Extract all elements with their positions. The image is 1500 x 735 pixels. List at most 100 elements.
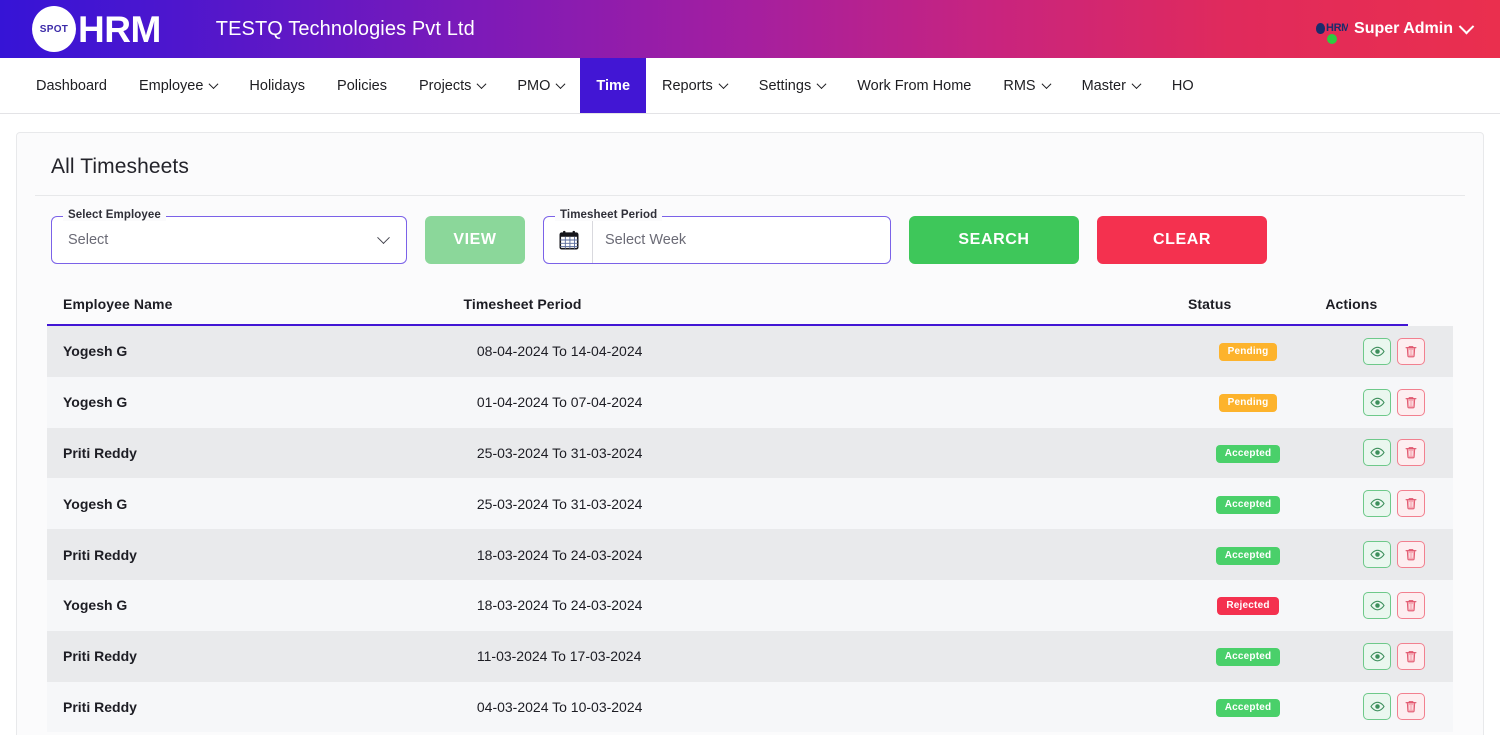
header-user-area: HRM Super Admin	[1316, 14, 1486, 44]
cell-actions	[1336, 541, 1453, 569]
nav-item-label: Master	[1081, 77, 1126, 94]
cell-actions	[1336, 693, 1453, 721]
nav-item-label: Reports	[662, 77, 713, 94]
status-badge: Accepted	[1215, 648, 1281, 667]
nav-item-label: Dashboard	[36, 77, 107, 94]
calendar-icon[interactable]	[558, 229, 580, 251]
avatar-label: HRM	[1326, 22, 1349, 34]
nav-item-label: RMS	[1003, 77, 1036, 94]
table-row[interactable]: Yogesh G 25-03-2024 To 31-03-2024 Accepted	[47, 478, 1453, 530]
table-row[interactable]: Yogesh G 08-04-2024 To 14-04-2024 Pending	[47, 326, 1453, 377]
cell-employee-name: Priti Reddy	[63, 648, 137, 665]
nav-item-time[interactable]: Time	[580, 58, 647, 113]
cell-actions	[1336, 642, 1453, 670]
table-row[interactable]: Priti Reddy 18-03-2024 To 24-03-2024 Accep…	[47, 529, 1453, 580]
app-header: SPOT HRM TESTQ Technologies Pvt Ltd HRM …	[0, 0, 1500, 58]
nav-item-ho[interactable]: HO	[1156, 58, 1210, 113]
cell-actions	[1336, 337, 1453, 365]
nav-item-projects[interactable]: Projects	[403, 58, 501, 113]
nav-item-work-from-home[interactable]: Work From Home	[841, 58, 987, 113]
admin-name: Super Admin	[1354, 20, 1453, 37]
nav-item-master[interactable]: Master	[1066, 58, 1156, 113]
nav-item-pmo[interactable]: PMO	[501, 58, 580, 113]
view-timesheet-button[interactable]	[1363, 439, 1392, 467]
delete-timesheet-button[interactable]	[1397, 439, 1426, 467]
nav-item-settings[interactable]: Settings	[743, 58, 841, 113]
view-timesheet-button[interactable]	[1363, 642, 1392, 670]
cell-actions	[1336, 439, 1453, 467]
chevron-down-icon[interactable]	[1458, 18, 1475, 34]
cell-employee-name: Priti Reddy	[63, 698, 137, 715]
search-button[interactable]: SEARCH	[909, 216, 1079, 264]
delete-timesheet-button[interactable]	[1397, 490, 1426, 518]
chevron-down-icon[interactable]	[816, 79, 827, 90]
nav-item-reports[interactable]: Reports	[646, 58, 743, 113]
table-header-row: Employee Name Timesheet Period Status Ac…	[47, 286, 1408, 326]
select-employee-field[interactable]: Select Employee Select	[51, 209, 407, 264]
chevron-down-icon[interactable]	[555, 79, 566, 90]
chevron-down-icon[interactable]	[1041, 79, 1052, 90]
table-row[interactable]: Yogesh G 01-04-2024 To 07-04-2024 Pending	[47, 376, 1453, 428]
cell-timesheet-period: 25-03-2024 To 31-03-2024	[476, 495, 643, 512]
cell-timesheet-period: 25-03-2024 To 31-03-2024	[476, 444, 643, 461]
action-buttons	[1336, 490, 1453, 518]
avatar[interactable]: HRM	[1316, 14, 1350, 44]
view-timesheet-button[interactable]	[1363, 490, 1392, 518]
delete-timesheet-button[interactable]	[1397, 693, 1426, 721]
cell-timesheet-period: 08-04-2024 To 14-04-2024	[476, 343, 643, 360]
column-header-status: Status	[1187, 296, 1232, 312]
cell-timesheet-period: 18-03-2024 To 24-03-2024	[476, 546, 643, 563]
nav-item-dashboard[interactable]: Dashboard	[20, 58, 123, 113]
chevron-down-icon[interactable]	[1131, 79, 1142, 90]
chevron-down-icon[interactable]	[476, 79, 487, 90]
view-timesheet-button[interactable]	[1363, 591, 1392, 619]
delete-timesheet-button[interactable]	[1397, 337, 1426, 365]
timesheets-card: All Timesheets Select Employee Select VI…	[16, 132, 1484, 735]
view-timesheet-button[interactable]	[1363, 541, 1392, 569]
hrm-logo-text: HRM	[78, 8, 161, 50]
view-timesheet-button[interactable]	[1363, 388, 1392, 416]
cell-status: Accepted	[1160, 443, 1336, 463]
cell-timesheet-period: 01-04-2024 To 07-04-2024	[476, 394, 643, 411]
nav-item-policies[interactable]: Policies	[321, 58, 403, 113]
table-row[interactable]: Priti Reddy 04-03-2024 To 10-03-2024 Accep…	[47, 681, 1453, 733]
table-body: Yogesh G 08-04-2024 To 14-04-2024 Pending Y…	[47, 326, 1453, 733]
cell-employee-name: Priti Reddy	[63, 546, 137, 563]
nav-item-label: Work From Home	[857, 77, 972, 94]
timesheet-period-label: Timesheet Period	[555, 209, 663, 221]
status-badge: Accepted	[1215, 444, 1281, 463]
table-row[interactable]: Priti Reddy 11-03-2024 To 17-03-2024 Accep…	[47, 630, 1453, 682]
status-badge: Pending	[1218, 394, 1278, 413]
nav-item-label: Holidays	[249, 77, 306, 94]
cell-status: Pending	[1160, 392, 1336, 413]
delete-timesheet-button[interactable]	[1397, 388, 1426, 416]
cell-status: Accepted	[1160, 697, 1336, 717]
delete-timesheet-button[interactable]	[1397, 591, 1426, 619]
app-logo[interactable]: SPOT HRM	[32, 6, 161, 52]
column-header-actions: Actions	[1325, 296, 1378, 312]
chevron-down-icon[interactable]	[208, 79, 219, 90]
spot-logo-label: SPOT	[39, 23, 69, 35]
delete-timesheet-button[interactable]	[1397, 541, 1426, 569]
table-row[interactable]: Priti Reddy 25-03-2024 To 31-03-2024 Accep…	[47, 427, 1453, 479]
nav-item-label: Settings	[758, 77, 812, 94]
nav-item-employee[interactable]: Employee	[123, 58, 233, 113]
nav-item-rms[interactable]: RMS	[987, 58, 1065, 113]
chevron-down-icon[interactable]	[377, 230, 390, 244]
cell-status: Accepted	[1160, 545, 1336, 565]
cell-employee-name: Priti Reddy	[63, 444, 137, 461]
view-timesheet-button[interactable]	[1363, 693, 1392, 721]
nav-item-holidays[interactable]: Holidays	[233, 58, 321, 113]
table-row[interactable]: Yogesh G 18-03-2024 To 24-03-2024 Rejected	[47, 579, 1453, 631]
action-buttons	[1336, 642, 1453, 670]
clear-button[interactable]: CLEAR	[1097, 216, 1267, 264]
chevron-down-icon[interactable]	[718, 79, 729, 90]
view-timesheet-button[interactable]	[1363, 337, 1392, 365]
timesheet-period-field[interactable]: Timesheet Period Select Week	[543, 209, 891, 264]
timesheet-period-value: Select Week	[605, 232, 687, 248]
nav-item-label: Time	[596, 77, 631, 94]
view-button[interactable]: VIEW	[425, 216, 525, 264]
cell-employee-name: Yogesh G	[63, 495, 128, 512]
cell-employee-name: Yogesh G	[63, 597, 128, 614]
delete-timesheet-button[interactable]	[1397, 642, 1426, 670]
